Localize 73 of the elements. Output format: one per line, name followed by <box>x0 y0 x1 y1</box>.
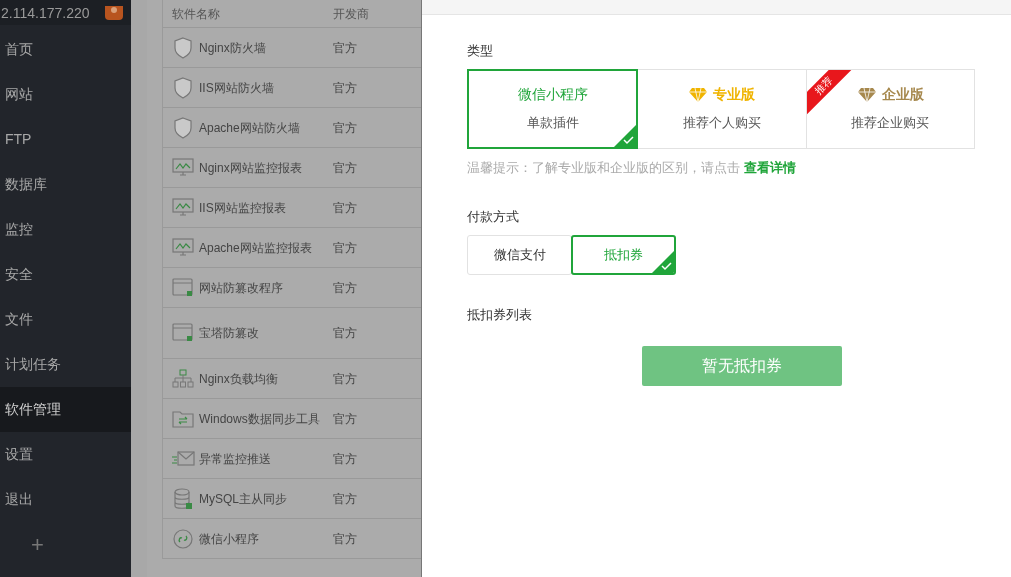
shield-icon <box>173 36 193 59</box>
shield-icon <box>173 76 193 99</box>
table-cell-text: Apache网站防火墙 <box>199 119 301 137</box>
table-cell-text: 官方 <box>333 450 357 468</box>
table-cell-text: 官方 <box>333 279 357 297</box>
table-cell-text: 官方 <box>333 79 357 97</box>
server-ip: 2.114.177.220 <box>1 5 90 20</box>
table-cell-text: 官方 <box>333 325 357 342</box>
check-corner-icon <box>652 250 674 273</box>
type-label: 类型 <box>467 42 493 60</box>
table-cell-text: Nginx网站监控报表 <box>199 159 303 177</box>
diamond-icon <box>688 86 709 103</box>
link-circle-icon <box>173 528 193 549</box>
monitor-chart-icon <box>172 157 194 178</box>
table-cell-text: MySQL主从同步 <box>199 490 288 508</box>
sidebar-item[interactable]: 计划任务 <box>0 342 131 387</box>
sidebar-item[interactable]: 安全 <box>0 252 131 297</box>
table-cell-text: Nginx防火墙 <box>199 39 267 57</box>
plan-title: 专业版 <box>713 85 756 105</box>
table-cell-text: 官方 <box>333 410 357 428</box>
sidebar-item[interactable]: 软件管理 <box>0 387 131 432</box>
plan-option[interactable]: 微信小程序 单款插件 <box>467 68 639 149</box>
check-corner-icon <box>614 124 637 147</box>
payment-label: 付款方式 <box>467 208 519 226</box>
plan-subtitle: 推荐企业购买 <box>851 114 930 133</box>
monitor-chart-icon <box>172 237 194 258</box>
alert-badge-icon <box>105 5 123 20</box>
sidebar-item[interactable]: 网站 <box>0 72 131 117</box>
monitor-chart-icon <box>172 197 194 218</box>
table-cell-text: 官方 <box>333 39 357 57</box>
table-cell-text: 官方 <box>333 119 357 137</box>
table-cell-text: 异常监控推送 <box>199 450 272 468</box>
sidebar-item[interactable]: 文件 <box>0 297 131 342</box>
plan-subtitle: 单款插件 <box>526 114 579 133</box>
hint-text: 温馨提示：了解专业版和企业版的区别，请点击 <box>467 158 740 177</box>
folder-sync-icon <box>172 408 194 429</box>
diamond-icon <box>856 86 877 103</box>
table-cell-text: Apache网站监控报表 <box>199 239 313 257</box>
table-cell-text: 官方 <box>333 199 357 217</box>
plan-title: 微信小程序 <box>517 85 588 105</box>
sidebar-item[interactable]: 首页 <box>0 27 131 72</box>
plan-subtitle: 推荐个人购买 <box>683 114 761 133</box>
table-cell-text: 官方 <box>333 239 357 257</box>
sidebar-item[interactable]: 数据库 <box>0 162 131 207</box>
sidebar-item[interactable]: 设置 <box>0 432 131 477</box>
table-cell-text: 官方 <box>333 490 357 508</box>
add-button[interactable]: + <box>0 522 131 567</box>
plan-title: 企业版 <box>881 85 924 105</box>
table-cell-text: 官方 <box>333 370 357 388</box>
network-icon <box>172 368 194 389</box>
sidebar-item[interactable]: FTP <box>0 117 131 162</box>
column-header: 软件名称 <box>171 5 221 23</box>
table-cell-text: 官方 <box>333 159 357 177</box>
shield-icon <box>173 116 193 139</box>
mail-icon <box>171 449 195 468</box>
payment-option[interactable]: 微信支付 <box>467 234 572 275</box>
table-cell-text: Nginx负载均衡 <box>199 370 279 388</box>
column-header: 开发商 <box>333 5 369 23</box>
table-cell-text: 微信小程序 <box>199 530 260 548</box>
table-cell-text: 网站防篡改程序 <box>199 279 284 297</box>
sidebar-item[interactable]: 退出 <box>0 477 131 522</box>
coupon-list-label: 抵扣券列表 <box>467 305 532 324</box>
table-cell-text: 官方 <box>333 530 357 548</box>
database-icon <box>173 487 193 510</box>
table-cell-text: Windows数据同步工具 <box>199 410 321 428</box>
plan-option[interactable]: 专业版 推荐个人购买 <box>637 68 807 149</box>
table-cell-text: IIS网站防火墙 <box>199 79 275 97</box>
plan-option[interactable]: 企业版 推荐企业购买 推荐 <box>805 68 975 149</box>
table-cell-text: IIS网站监控报表 <box>199 199 287 217</box>
sidebar-item[interactable]: 监控 <box>0 207 131 252</box>
window-lock-icon <box>172 277 194 298</box>
table-cell-text: 宝塔防篡改 <box>199 325 260 342</box>
window-lock-icon <box>172 323 194 343</box>
